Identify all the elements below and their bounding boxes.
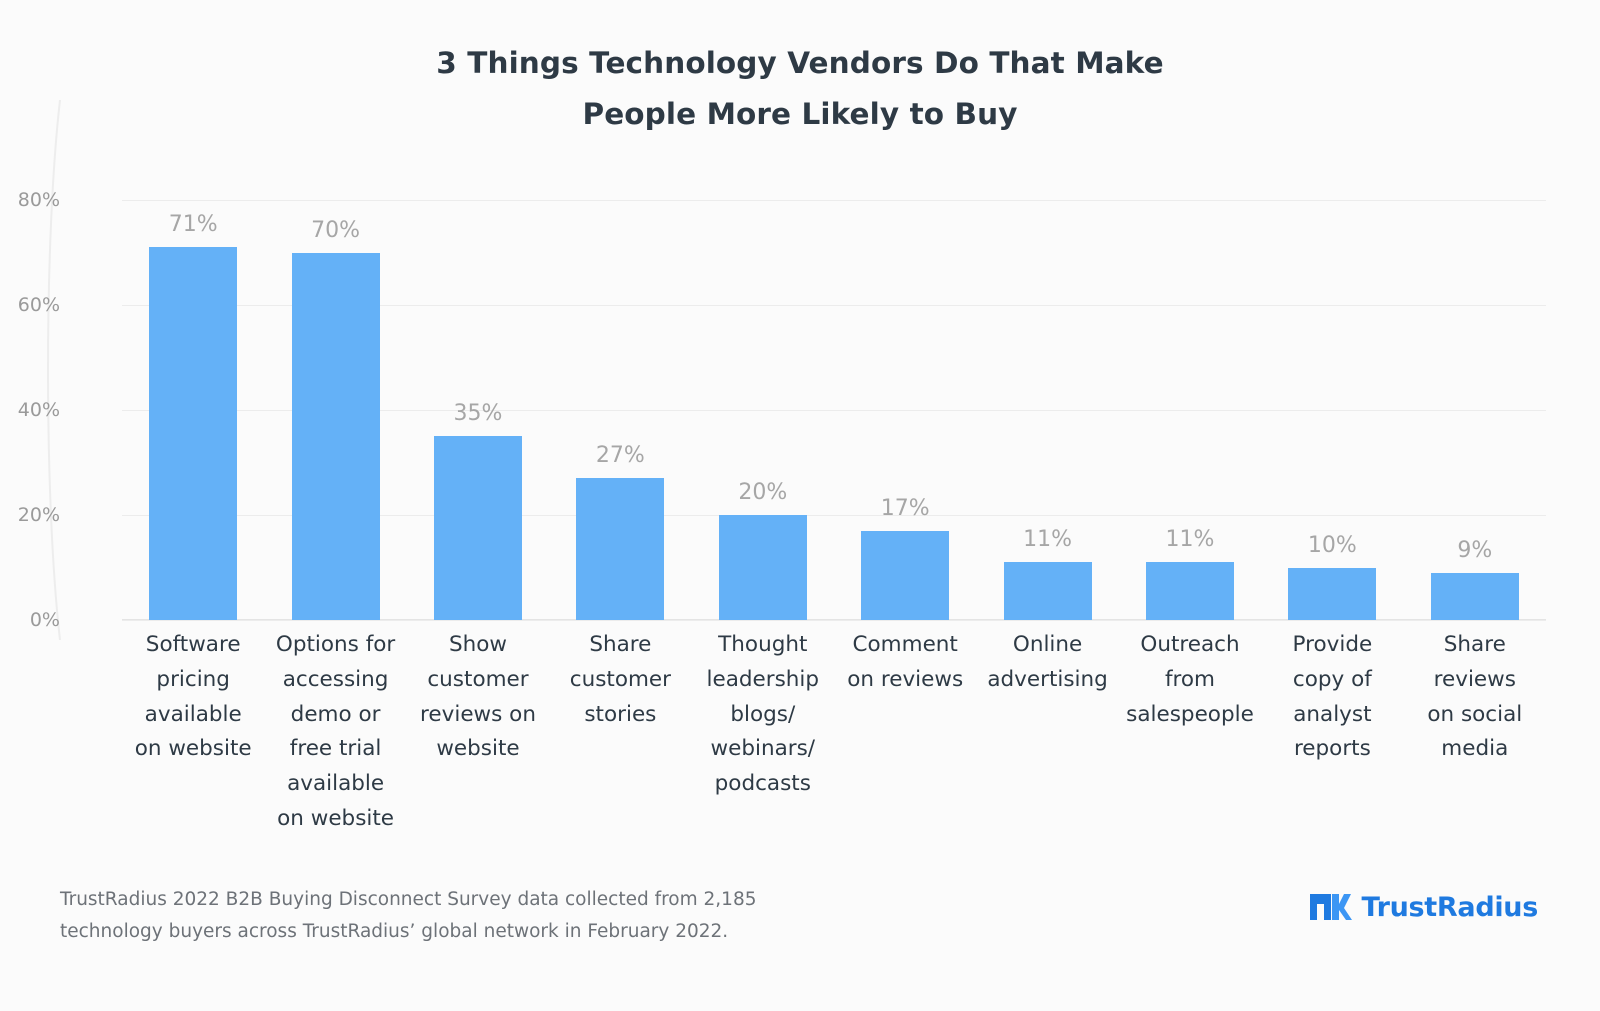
- bar-value-label: 70%: [311, 217, 361, 243]
- bar-column: 70%: [264, 200, 406, 620]
- x-axis-label-line: pricing: [156, 666, 230, 692]
- bar[interactable]: [1145, 562, 1234, 620]
- bar[interactable]: [1003, 562, 1092, 620]
- x-axis-category-label: Online advertising: [976, 628, 1118, 698]
- x-axis-label-line: Online: [1012, 632, 1083, 657]
- bar-column: 35%: [407, 200, 549, 620]
- logo-wordmark: TrustRadius: [1361, 891, 1538, 923]
- bar[interactable]: [291, 252, 380, 620]
- x-axis-label-line: customer: [569, 666, 671, 692]
- x-axis-label-line: available: [287, 771, 385, 797]
- bar-value-label: 11%: [1165, 527, 1215, 553]
- bar[interactable]: [1288, 567, 1377, 620]
- x-axis-label-line: demo or: [290, 701, 381, 727]
- bar-value-label: 20%: [738, 480, 788, 505]
- x-axis-label-line: podcasts: [714, 771, 811, 797]
- brand-logo: TrustRadius: [1308, 890, 1538, 924]
- bar-series: 71% 70% 35% 27% 20% 17% 11% 11% 10% 9%: [122, 200, 1546, 620]
- x-axis-category-label: Options for accessing demo or free trial ava…: [264, 628, 406, 837]
- x-axis-label-line: stories: [584, 701, 657, 727]
- x-axis-label-line: website: [436, 736, 520, 762]
- x-axis-label-line: copy of: [1292, 666, 1372, 692]
- x-axis-label-line: Provide: [1292, 632, 1373, 657]
- x-axis-label-line: customer: [427, 666, 529, 692]
- x-axis-label-line: webinars/: [710, 736, 816, 762]
- bar-column: 20%: [692, 200, 834, 620]
- footnote-line-2: technology buyers across TrustRadius’ gl…: [60, 920, 729, 942]
- x-axis-label-line: available: [144, 701, 242, 727]
- trustradius-logo-icon: [1310, 894, 1353, 920]
- x-axis-label-line: Comment: [852, 632, 958, 657]
- x-axis-label-line: Options for: [275, 632, 396, 657]
- x-axis-label-line: advertising: [987, 666, 1108, 692]
- x-axis-label-line: from: [1164, 666, 1216, 692]
- bar[interactable]: [1430, 572, 1519, 620]
- footnote: TrustRadius 2022 B2B Buying Disconnect S…: [60, 884, 820, 948]
- x-axis-category-label: Provide copy of analyst reports: [1261, 628, 1403, 767]
- footnote-line-1: TrustRadius 2022 B2B Buying Disconnect S…: [60, 889, 757, 910]
- bar-column: 71%: [122, 200, 264, 620]
- x-axis-label-line: Share: [1443, 632, 1506, 657]
- x-axis-label-line: analyst: [1293, 701, 1372, 727]
- bar-column: 10%: [1261, 200, 1403, 620]
- x-axis-label-line: Share: [589, 632, 652, 657]
- x-axis-label-line: reviews on: [420, 701, 536, 727]
- x-axis-label-line: on website: [277, 806, 395, 832]
- bar-value-label: 17%: [880, 495, 930, 521]
- title-line-1: 3 Things Technology Vendors Do That Make: [436, 46, 1164, 80]
- bar-column: 9%: [1404, 200, 1546, 620]
- x-axis-labels: Software pricing available on website Option…: [122, 628, 1546, 858]
- x-axis-label-line: reports: [1293, 736, 1371, 762]
- y-axis-tick-label: 20%: [17, 504, 60, 526]
- x-axis-label-line: Software: [145, 632, 241, 657]
- x-axis-label-line: on social: [1427, 701, 1523, 727]
- bar-column: 11%: [1119, 200, 1261, 620]
- bar[interactable]: [718, 515, 807, 620]
- y-axis-tick-label: 80%: [17, 189, 60, 211]
- y-axis-tick-label: 0%: [29, 609, 60, 631]
- bar-value-label: 71%: [168, 212, 218, 238]
- x-axis-category-label: Comment on reviews: [834, 628, 976, 698]
- x-axis-label-line: on website: [134, 736, 252, 762]
- x-axis-label-line: on reviews: [847, 666, 964, 692]
- x-axis-label-line: Outreach: [1140, 632, 1240, 657]
- bar[interactable]: [433, 436, 522, 620]
- x-axis-label-line: Show: [448, 632, 507, 657]
- x-axis-label-line: reviews: [1433, 666, 1516, 692]
- axis-spine-decoration: [47, 100, 61, 640]
- x-axis-label-line: media: [1441, 736, 1509, 762]
- bar-column: 27%: [549, 200, 691, 620]
- bar[interactable]: [149, 247, 238, 620]
- x-axis-label-line: salespeople: [1126, 701, 1254, 727]
- x-axis-category-label: Share customer stories: [549, 628, 691, 732]
- bar-column: 11%: [976, 200, 1118, 620]
- x-axis-label-line: leadership: [706, 666, 820, 692]
- x-axis-category-label: Outreach from salespeople: [1119, 628, 1261, 732]
- bar-value-label: 10%: [1307, 532, 1357, 558]
- chart-card: 3 Things Technology Vendors Do That Make…: [0, 0, 1600, 1011]
- bar-value-label: 35%: [453, 401, 503, 427]
- page-title: 3 Things Technology Vendors Do That Make…: [0, 38, 1600, 139]
- bar-column: 17%: [834, 200, 976, 620]
- bar[interactable]: [576, 478, 665, 620]
- x-axis-category-label: Thought leadership blogs/webinars/podcasts: [692, 628, 834, 802]
- x-axis-label-line: free trial: [289, 736, 382, 762]
- x-axis-label-line: accessing: [282, 666, 389, 692]
- bar-value-label: 27%: [595, 443, 645, 469]
- x-axis-label-line: blogs/: [730, 701, 796, 727]
- title-line-2: People More Likely to Buy: [582, 96, 1018, 131]
- x-axis-category-label: Software pricing available on website: [122, 628, 264, 767]
- y-axis-tick-label: 60%: [17, 294, 60, 316]
- x-axis-category-label: Share reviews on social media: [1404, 628, 1546, 767]
- bar[interactable]: [861, 530, 950, 620]
- x-axis-category-label: Show customer reviews on website: [407, 628, 549, 767]
- gridline: [122, 620, 1546, 621]
- bar-value-label: 11%: [1023, 527, 1073, 553]
- bar-value-label: 9%: [1457, 537, 1493, 563]
- x-axis-label-line: Thought: [718, 632, 808, 657]
- y-axis-tick-label: 40%: [17, 399, 60, 421]
